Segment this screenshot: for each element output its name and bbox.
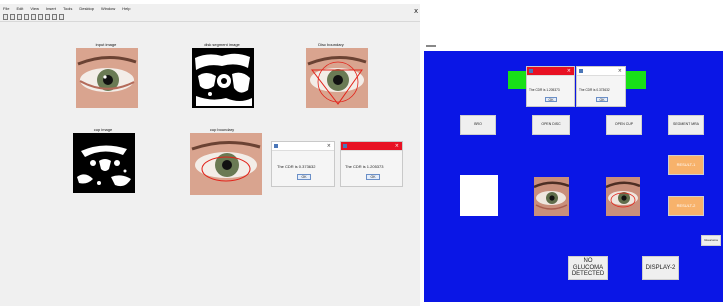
glaucoma-gui-window: × The CDR is 1.205373 OK × The CDR is 0.… [424,51,723,302]
cup-result-image [606,177,640,216]
result-1-button[interactable]: RESULT-1 [668,155,704,175]
eye-photo [76,48,138,108]
popup-titlebar: × [577,67,625,76]
open-file-icon[interactable] [10,14,15,20]
cdr-message-box-1: × The CDR is 0.373632 OK [271,141,335,187]
zoom-in-icon[interactable] [31,14,36,20]
print-icon[interactable] [24,14,29,20]
disk-segment-image [192,48,254,108]
cdr-text: The CDR is 1.205373 [529,88,560,92]
cup-boundary-panel [190,133,262,195]
zoom-out-icon[interactable] [38,14,43,20]
cdr-text: The CDR is 1.205373 [345,164,384,169]
message-box-titlebar: × [341,142,402,151]
gui-cdr-popup-2: × The CDR is 0.373632 OK [576,66,626,107]
disc-result-image [534,177,569,216]
matlab-icon [579,69,583,73]
disk-segment-panel [192,48,254,108]
menu-tools[interactable]: Tools [63,6,72,11]
matlab-icon [529,69,533,73]
figure-label-mark [426,45,436,47]
cdr-message-box-2: × The CDR is 1.205373 OK [340,141,403,187]
ok-button[interactable]: OK [297,174,311,180]
close-icon[interactable]: × [327,143,331,149]
browse-button[interactable]: BRO [460,115,496,135]
matlab-icon [274,144,278,148]
message-box-titlebar: × [272,142,334,151]
close-icon[interactable]: × [567,68,571,74]
ok-button[interactable]: OK [545,97,557,102]
ok-button[interactable]: OK [596,97,608,102]
close-icon[interactable]: × [395,143,399,149]
rotate-icon[interactable] [52,14,57,20]
popup-titlebar: × [527,67,574,76]
cup-image-title: cup image [93,127,113,132]
display-2-button[interactable]: DISPLAY-2 [642,256,679,280]
new-figure-icon[interactable] [3,14,8,20]
cup-image-panel [73,133,135,193]
ok-button[interactable]: OK [366,174,380,180]
menu-insert[interactable]: Insert [46,6,56,11]
eye-thumbnail [534,177,569,216]
cdr-text: The CDR is 0.373632 [579,88,610,92]
menu-desktop[interactable]: Desktop [79,6,94,11]
glaucoma-small-button[interactable]: Glaucoma [701,235,721,246]
open-disc-button[interactable]: OPEN DISC [532,115,570,135]
gui-cdr-popup-1: × The CDR is 1.205373 OK [526,66,575,107]
cdr-text: The CDR is 0.373632 [277,164,316,169]
menu-window[interactable]: Window [101,6,115,11]
figure-toolbar [0,13,420,22]
save-icon[interactable] [17,14,22,20]
diagnosis-display: NO GLUCOMA DETECTED [568,256,608,280]
close-icon[interactable]: × [618,68,622,74]
input-image-panel [76,48,138,108]
pan-icon[interactable] [45,14,50,20]
disc-boundary-panel [306,48,368,108]
eye-thumbnail [606,177,640,216]
matlab-figure-window: x File Edit View Insert Tools Desktop Wi… [0,0,420,306]
cup-boundary-title: cup boundary [209,127,235,132]
open-cup-button[interactable]: OPEN CUP [606,115,642,135]
disc-boundary-image [306,48,368,108]
cup-boundary-image [190,133,262,195]
menu-edit[interactable]: Edit [16,6,23,11]
menu-file[interactable]: File [3,6,9,11]
disc-boundary-title: Disc boundary [318,42,344,47]
segment-button[interactable]: SEGMENT MRA [668,115,704,135]
menu-help[interactable]: Help [122,6,130,11]
result-2-button[interactable]: RESULT-2 [668,196,704,216]
cup-segment-image [73,133,135,193]
menu-bar: File Edit View Insert Tools Desktop Wind… [0,3,420,13]
matlab-icon [343,144,347,148]
input-image-title: input image [95,42,117,47]
menu-view[interactable]: View [30,6,39,11]
data-cursor-icon[interactable] [59,14,64,20]
disk-segment-title: disk segment image [204,42,240,47]
empty-image-axes [460,175,498,216]
